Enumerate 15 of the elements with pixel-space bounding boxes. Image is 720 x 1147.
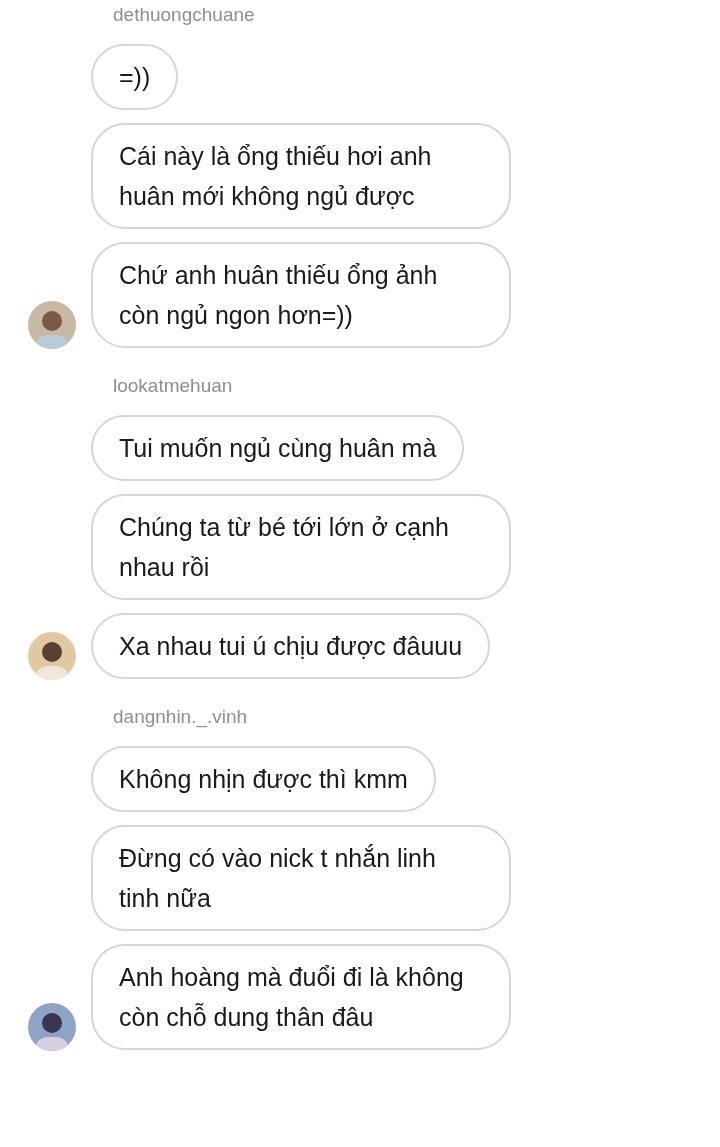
- avatar[interactable]: [28, 301, 76, 349]
- message-bubble: Anh hoàng mà đuổi đi là không còn chỗ dung thân đâu: [91, 944, 511, 1050]
- message-bubble: Chúng ta từ bé tới lớn ở cạnh nhau rồi: [91, 494, 511, 600]
- message-bubble: Không nhịn được thì kmm: [91, 746, 436, 812]
- message-bubble: Xa nhau tui ú chịu được đâuuu: [91, 613, 491, 679]
- message-bubble: Cái này là ổng thiếu hơi anh huân mới không ngủ được: [91, 123, 511, 229]
- message-bubble: Chứ anh huân thiếu ổng ảnh còn ngủ ngon hơn=)): [91, 242, 511, 348]
- avatar[interactable]: [28, 1003, 76, 1051]
- sender-name: dangnhin._.vinh: [113, 705, 248, 729]
- sender-name: dethuongchuane: [113, 3, 255, 27]
- message-bubble: =)): [91, 44, 179, 110]
- avatar[interactable]: [28, 632, 76, 680]
- message-bubble: Đừng có vào nick t nhắn linh tinh nữa: [91, 825, 511, 931]
- message-bubble: Tui muốn ngủ cùng huân mà: [91, 415, 465, 481]
- sender-name: lookatmehuan: [113, 374, 233, 398]
